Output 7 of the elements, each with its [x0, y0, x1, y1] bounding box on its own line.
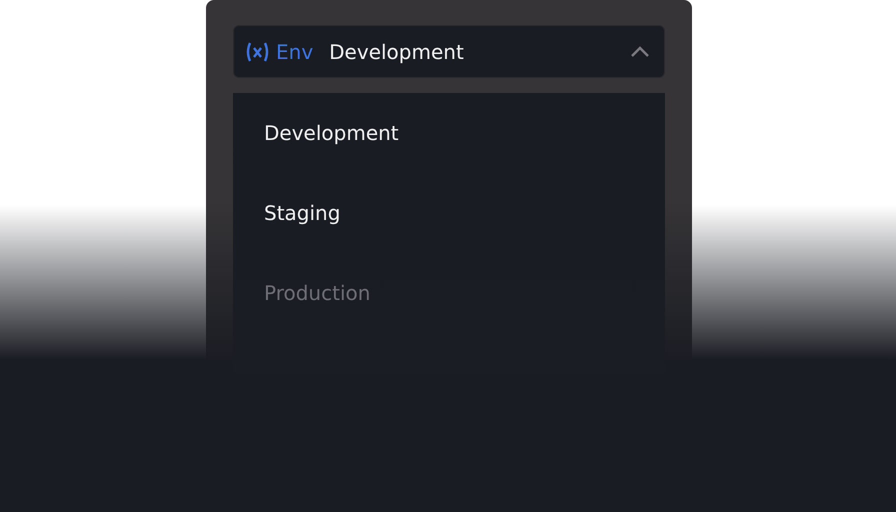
option-item[interactable]: Staging: [233, 173, 665, 253]
selected-value: Development: [329, 38, 464, 66]
variable-icon: [245, 40, 271, 62]
environment-select[interactable]: Env Development: [233, 25, 665, 78]
option-item[interactable]: Development: [233, 93, 665, 173]
chevron-up-icon[interactable]: [630, 46, 650, 58]
env-label: Env: [276, 38, 314, 66]
